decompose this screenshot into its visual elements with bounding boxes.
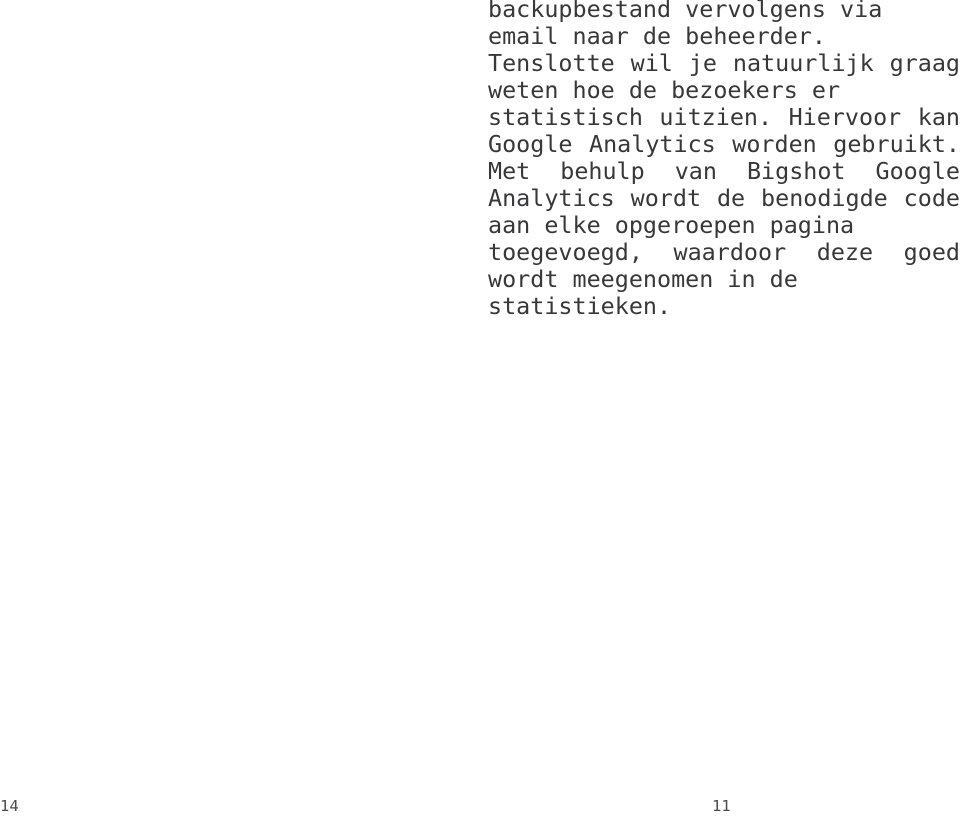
- text-line: Analytics wordt de benodigde code: [488, 184, 960, 212]
- text-line: aan elke opgeroepen pagina: [488, 211, 855, 239]
- document-page: backupbestand vervolgens via email naar …: [0, 0, 960, 821]
- text-line: Tenslotte wil je natuurlijk graag: [488, 49, 960, 77]
- text-line: statistisch uitzien. Hiervoor kan: [488, 103, 960, 131]
- page-footer: 14 11: [0, 797, 960, 821]
- document-body-text: backupbestand vervolgens via email naar …: [488, 0, 960, 320]
- text-line: Google Analytics worden gebruikt.: [488, 130, 960, 158]
- text-line: statistieken.: [488, 292, 672, 320]
- text-line: toegevoegd, waardoor deze goed: [488, 238, 960, 266]
- page-number-right: 11: [712, 797, 731, 815]
- text-line: email naar de beheerder.: [488, 22, 826, 50]
- body-text-column: backupbestand vervolgens via email naar …: [488, 0, 960, 320]
- text-line: Met behulp van Bigshot Google: [488, 157, 960, 185]
- text-line: weten hoe de bezoekers er: [488, 76, 841, 104]
- text-line: wordt meegenomen in de: [488, 265, 798, 293]
- page-number-left: 14: [0, 797, 19, 815]
- text-line: backupbestand vervolgens via: [488, 0, 883, 23]
